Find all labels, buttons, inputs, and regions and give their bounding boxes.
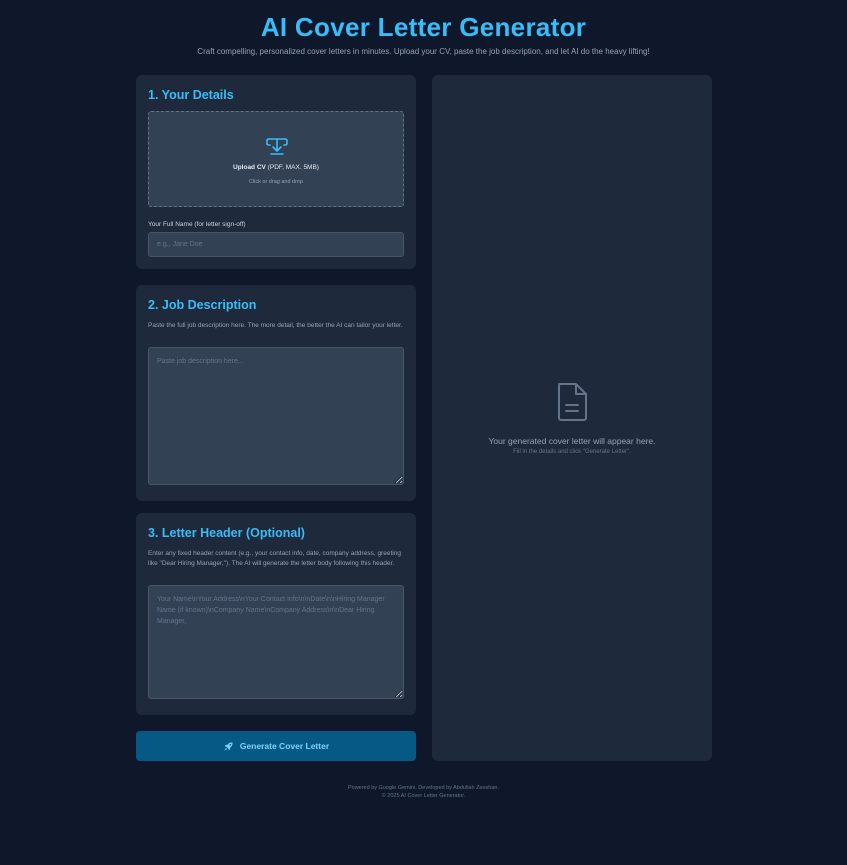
upload-hint: Click or drag and drop xyxy=(248,179,304,185)
letter-header-title: 3. Letter Header (Optional) xyxy=(148,526,305,540)
letter-header-textarea[interactable] xyxy=(148,585,404,699)
cv-upload-dropzone[interactable]: Upload CV (PDF, MAX. 5MB) Click or drag … xyxy=(148,111,404,207)
job-description-title: 2. Job Description xyxy=(148,298,257,312)
page-title: AI Cover Letter Generator xyxy=(260,12,587,42)
letter-header-card: 3. Letter Header (Optional) Enter any fi… xyxy=(136,513,416,715)
output-placeholder-text: Your generated cover letter will appear … xyxy=(488,436,656,446)
output-hint-text: Fill in the details and click "Generate … xyxy=(513,449,631,455)
upload-formats: (PDF, MAX. 5MB) xyxy=(267,164,319,171)
job-description-help: Paste the full job description here. The… xyxy=(148,322,403,329)
footer-credits: Powered by Google Gemini. Developed by A… xyxy=(347,785,500,791)
details-card: 1. Your Details Upload CV (PDF, MAX. 5MB… xyxy=(136,75,416,269)
output-panel: Your generated cover letter will appear … xyxy=(432,75,712,761)
document-icon xyxy=(558,383,587,421)
rocket-icon xyxy=(224,741,233,751)
upload-label: Upload CV (PDF, MAX. 5MB) xyxy=(149,164,403,171)
footer-copyright: © 2025 AI Cover Letter Generator. xyxy=(381,793,466,799)
job-description-textarea[interactable] xyxy=(148,347,404,485)
upload-label-text: Upload CV xyxy=(233,164,266,171)
page-subtitle: Craft compelling, personalized cover let… xyxy=(197,47,650,56)
full-name-label: Your Full Name (for letter sign-off) xyxy=(148,221,246,228)
letter-header-help: Enter any fixed header content (e.g., yo… xyxy=(148,550,401,567)
full-name-input[interactable] xyxy=(148,232,404,257)
generate-cover-letter-button[interactable]: Generate Cover Letter xyxy=(136,731,416,761)
details-title: 1. Your Details xyxy=(148,88,234,102)
upload-icon xyxy=(266,138,288,155)
generate-button-label: Generate Cover Letter xyxy=(239,741,330,751)
job-description-card: 2. Job Description Paste the full job de… xyxy=(136,285,416,501)
